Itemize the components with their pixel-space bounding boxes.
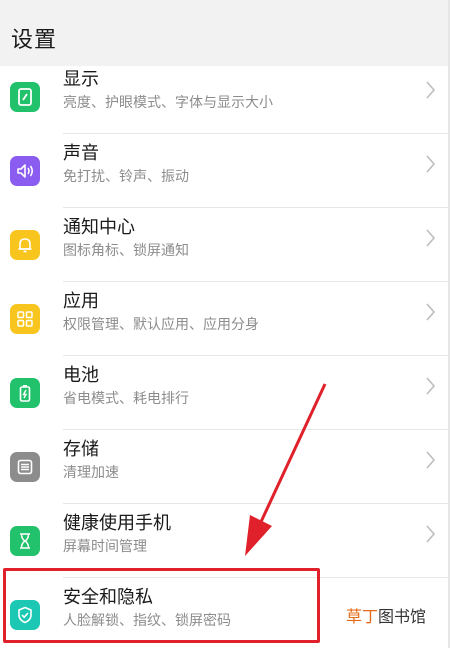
settings-item-label: 电池 <box>63 365 99 386</box>
settings-item-battery[interactable]: 电池 省电模式、耗电排行 <box>0 356 450 430</box>
chevron-right-icon <box>426 229 436 247</box>
settings-item-label: 显示 <box>63 69 99 90</box>
watermark-accent: 草丁 <box>346 607 379 626</box>
battery-icon <box>10 378 40 408</box>
chevron-right-icon <box>426 451 436 469</box>
bell-icon <box>10 230 40 260</box>
settings-item-subtitle: 省电模式、耗电排行 <box>63 391 189 407</box>
chevron-right-icon <box>426 525 436 543</box>
settings-item-subtitle: 权限管理、默认应用、应用分身 <box>63 317 259 333</box>
settings-item-notifications[interactable]: 通知中心 图标角标、锁屏通知 <box>0 208 450 282</box>
chevron-right-icon <box>426 303 436 321</box>
settings-item-subtitle: 图标角标、锁屏通知 <box>63 243 189 259</box>
settings-item-label: 声音 <box>63 143 99 164</box>
highlight-box <box>3 568 320 643</box>
settings-item-label: 健康使用手机 <box>63 513 171 534</box>
chevron-right-icon <box>426 81 436 99</box>
hourglass-icon <box>10 526 40 556</box>
settings-item-display[interactable]: 显示 亮度、护眼模式、字体与显示大小 <box>0 66 450 134</box>
settings-item-label: 应用 <box>63 291 99 312</box>
page-title: 设置 <box>11 28 58 53</box>
settings-item-label: 存储 <box>63 439 99 460</box>
settings-item-subtitle: 屏幕时间管理 <box>63 539 147 555</box>
settings-item-subtitle: 清理加速 <box>63 465 119 481</box>
chevron-right-icon <box>426 377 436 395</box>
display-icon <box>10 82 40 112</box>
settings-item-subtitle: 免打扰、铃声、振动 <box>63 169 189 185</box>
storage-icon <box>10 452 40 482</box>
settings-item-label: 通知中心 <box>63 217 135 238</box>
settings-item-subtitle: 亮度、护眼模式、字体与显示大小 <box>63 95 273 111</box>
settings-list: 显示 亮度、护眼模式、字体与显示大小 声音 免打扰、铃声、振动 通知中心 图标角… <box>0 66 450 648</box>
chevron-right-icon <box>426 155 436 173</box>
settings-item-storage[interactable]: 存储 清理加速 <box>0 430 450 504</box>
settings-item-sound[interactable]: 声音 免打扰、铃声、振动 <box>0 134 450 208</box>
header: 设置 <box>0 0 450 72</box>
settings-item-digital-wellbeing[interactable]: 健康使用手机 屏幕时间管理 <box>0 504 450 578</box>
watermark: 草丁图书馆 <box>346 603 426 627</box>
apps-grid-icon <box>10 304 40 334</box>
speaker-icon <box>10 156 40 186</box>
watermark-text: 图书馆 <box>378 607 427 626</box>
settings-item-apps[interactable]: 应用 权限管理、默认应用、应用分身 <box>0 282 450 356</box>
